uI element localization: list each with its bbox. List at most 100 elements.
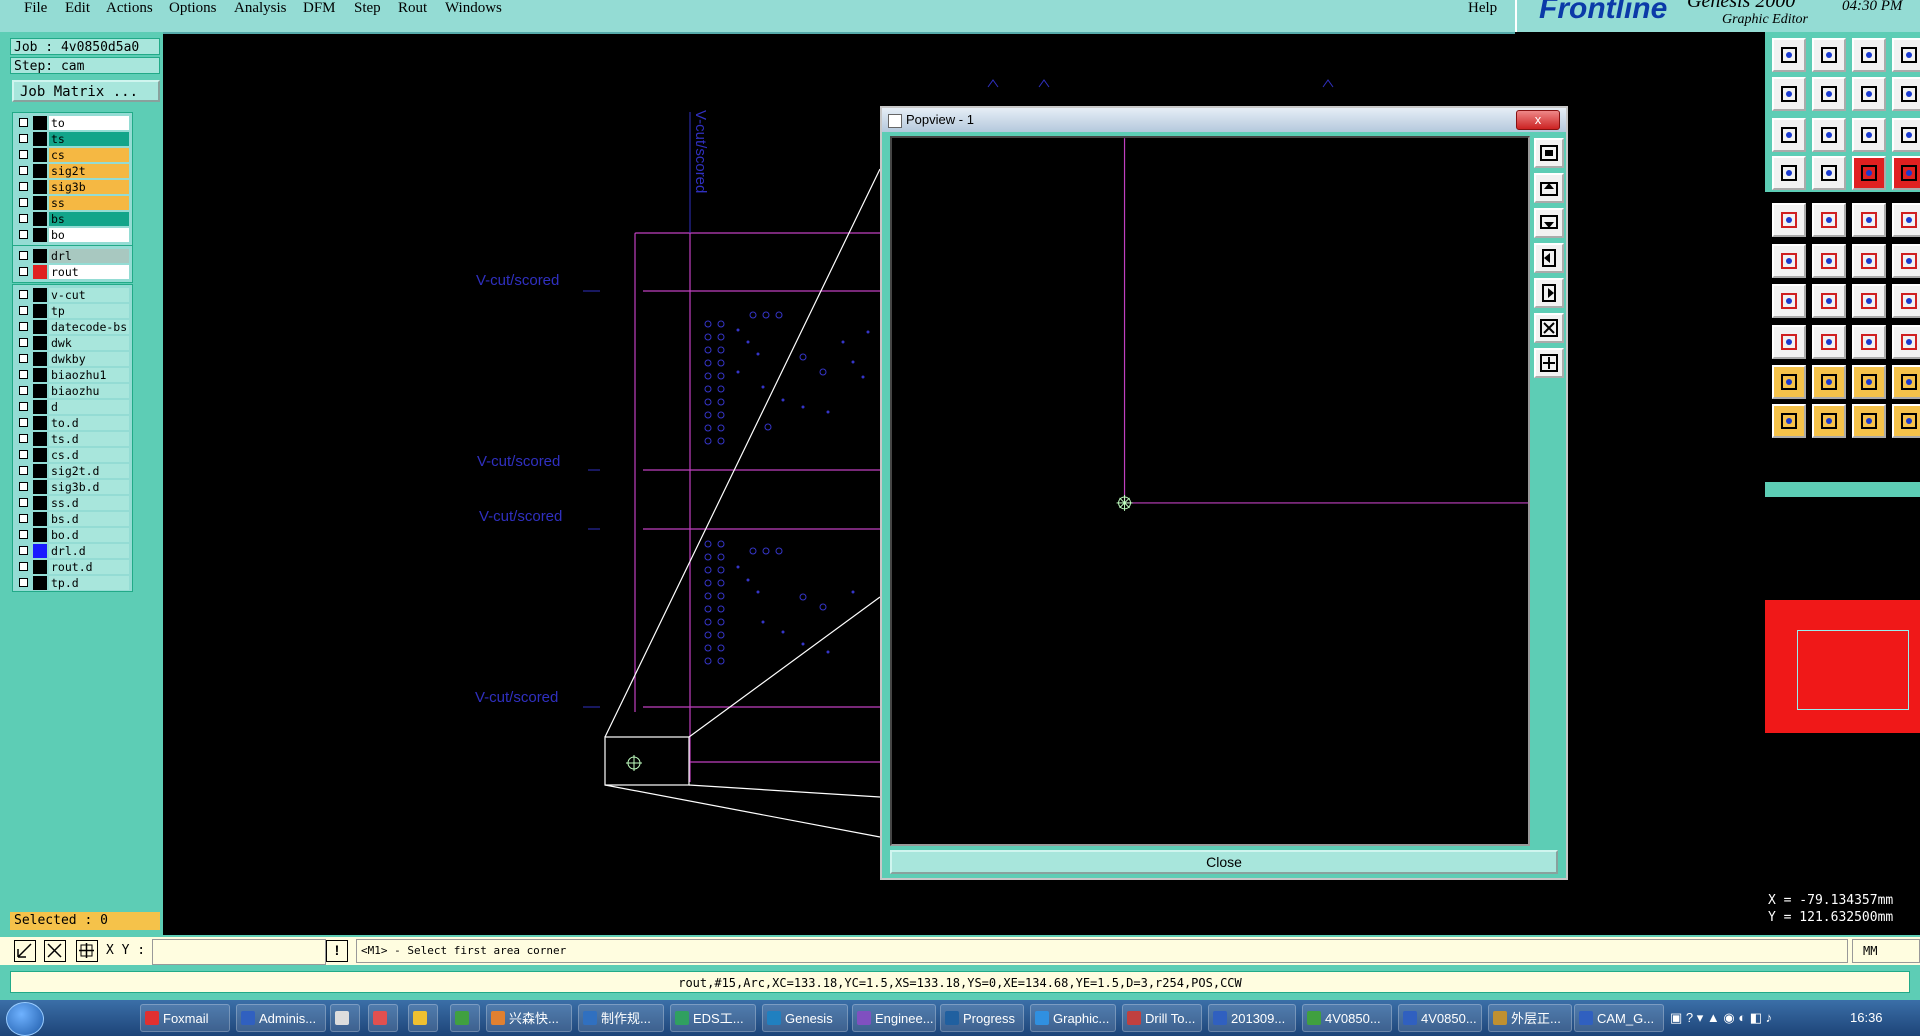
- layer-checkbox[interactable]: [19, 230, 28, 239]
- layer-color-swatch[interactable]: [33, 544, 47, 558]
- layer-row-sig2t[interactable]: sig2t: [13, 163, 132, 179]
- layer-color-swatch[interactable]: [33, 416, 47, 430]
- layer-color-swatch[interactable]: [33, 448, 47, 462]
- taskbar-item-18[interactable]: CAM_G...: [1574, 1004, 1664, 1032]
- layer-color-swatch[interactable]: [33, 512, 47, 526]
- layer-checkbox[interactable]: [19, 118, 28, 127]
- layer-checkbox[interactable]: [19, 466, 28, 475]
- taskbar-item-4[interactable]: [408, 1004, 438, 1032]
- window-button[interactable]: [1892, 38, 1920, 72]
- layer-checkbox[interactable]: [19, 322, 28, 331]
- menu-step[interactable]: Step: [354, 0, 381, 17]
- layer-name[interactable]: bs.d: [49, 512, 129, 526]
- layer-row-sig3b[interactable]: sig3b: [13, 179, 132, 195]
- line-button[interactable]: [1812, 203, 1846, 237]
- menu-rout[interactable]: Rout: [398, 0, 427, 17]
- select-arrow-button[interactable]: [1772, 404, 1806, 438]
- layer-color-swatch[interactable]: [33, 400, 47, 414]
- layer-row-rout[interactable]: rout: [13, 264, 132, 280]
- layer-name[interactable]: bo.d: [49, 528, 129, 542]
- layer-color-swatch[interactable]: [33, 496, 47, 510]
- taskbar-item-1[interactable]: Adminis...: [236, 1004, 326, 1032]
- layer-checkbox[interactable]: [19, 418, 28, 427]
- layer-row-v-cut[interactable]: v-cut: [13, 287, 132, 303]
- select-point-button[interactable]: [1852, 404, 1886, 438]
- layer-color-swatch[interactable]: [33, 228, 47, 242]
- group-button[interactable]: [1892, 325, 1920, 359]
- menu-actions[interactable]: Actions: [106, 0, 153, 17]
- layer-checkbox[interactable]: [19, 530, 28, 539]
- layer-row-dwkby[interactable]: dwkby: [13, 351, 132, 367]
- layer-checkbox[interactable]: [19, 402, 28, 411]
- arc-red-button[interactable]: [1892, 244, 1920, 278]
- taskbar-item-6[interactable]: 兴森快...: [486, 1004, 572, 1032]
- layer-checkbox[interactable]: [19, 251, 28, 260]
- pan-left-button[interactable]: [1772, 77, 1806, 111]
- taskbar-item-14[interactable]: 201309...: [1208, 1004, 1296, 1032]
- layer-name[interactable]: sig3b.d: [49, 480, 129, 494]
- popview-close-button[interactable]: Close: [890, 850, 1558, 874]
- menu-analysis[interactable]: Analysis: [234, 0, 287, 17]
- home-button[interactable]: [1852, 38, 1886, 72]
- step-preview[interactable]: [1765, 600, 1920, 733]
- layer-row-cs[interactable]: cs: [13, 147, 132, 163]
- layer-row-sig3b-d[interactable]: sig3b.d: [13, 479, 132, 495]
- taskbar-item-8[interactable]: EDS工...: [670, 1004, 756, 1032]
- taskbar-item-5[interactable]: [450, 1004, 480, 1032]
- curve-button[interactable]: [1852, 284, 1886, 318]
- menu-dfm[interactable]: DFM: [303, 0, 336, 17]
- layer-color-swatch[interactable]: [33, 480, 47, 494]
- layer-row-ss[interactable]: ss: [13, 195, 132, 211]
- layer-row-sig2t-d[interactable]: sig2t.d: [13, 463, 132, 479]
- triangle-button[interactable]: [1772, 365, 1806, 399]
- scale-1to1-button[interactable]: [1852, 118, 1886, 152]
- snap-button[interactable]: [1772, 156, 1806, 190]
- taskbar-item-7[interactable]: 制作规...: [578, 1004, 664, 1032]
- layer-name[interactable]: sig2t.d: [49, 464, 129, 478]
- popview-pan-right-button[interactable]: [1534, 278, 1564, 308]
- layer-name[interactable]: ss.d: [49, 496, 129, 510]
- layer-checkbox[interactable]: [19, 182, 28, 191]
- layer-name[interactable]: sig2t: [49, 164, 129, 178]
- route-button[interactable]: [1892, 156, 1920, 190]
- snap-mode-icon[interactable]: [14, 940, 36, 962]
- popview-pan-up-button[interactable]: [1534, 173, 1564, 203]
- taskbar-clock[interactable]: 16:36: [1850, 1010, 1883, 1025]
- layer-color-swatch[interactable]: [33, 576, 47, 590]
- popview-zoom-out-button[interactable]: [1534, 348, 1564, 378]
- layer-name[interactable]: to: [49, 116, 129, 130]
- popview-pan-down-button[interactable]: [1534, 208, 1564, 238]
- layer-row-drl[interactable]: drl: [13, 248, 132, 264]
- layer-name[interactable]: ss: [49, 196, 129, 210]
- zoom-home-button[interactable]: [1772, 38, 1806, 72]
- menu-options[interactable]: Options: [169, 0, 217, 17]
- layer-color-swatch[interactable]: [33, 352, 47, 366]
- layer-name[interactable]: bo: [49, 228, 129, 242]
- layer-color-swatch[interactable]: [33, 432, 47, 446]
- layer-color-swatch[interactable]: [33, 265, 47, 279]
- align-button[interactable]: [1852, 325, 1886, 359]
- layer-color-swatch[interactable]: [33, 528, 47, 542]
- layer-checkbox[interactable]: [19, 562, 28, 571]
- help-button[interactable]: [1892, 118, 1920, 152]
- layer-name[interactable]: biaozhu: [49, 384, 129, 398]
- layer-row-to-d[interactable]: to.d: [13, 415, 132, 431]
- layer-name[interactable]: v-cut: [49, 288, 129, 302]
- layer-color-swatch[interactable]: [33, 116, 47, 130]
- layer-checkbox[interactable]: [19, 354, 28, 363]
- popview-canvas[interactable]: [890, 136, 1530, 846]
- layer-name[interactable]: tp.d: [49, 576, 129, 590]
- layer-row-tp-d[interactable]: tp.d: [13, 575, 132, 591]
- layer-color-swatch[interactable]: [33, 212, 47, 226]
- layer-name[interactable]: rout.d: [49, 560, 129, 574]
- layer-color-swatch[interactable]: [33, 196, 47, 210]
- pad-button[interactable]: [1772, 203, 1806, 237]
- measure-button[interactable]: [1812, 156, 1846, 190]
- exclaim-button[interactable]: !: [326, 940, 348, 962]
- layer-color-swatch[interactable]: [33, 249, 47, 263]
- menu-edit[interactable]: Edit: [65, 0, 90, 17]
- layer-name[interactable]: d: [49, 400, 129, 414]
- layer-row-datecode-bs[interactable]: datecode-bs: [13, 319, 132, 335]
- layer-name[interactable]: cs: [49, 148, 129, 162]
- layer-name[interactable]: biaozhu1: [49, 368, 129, 382]
